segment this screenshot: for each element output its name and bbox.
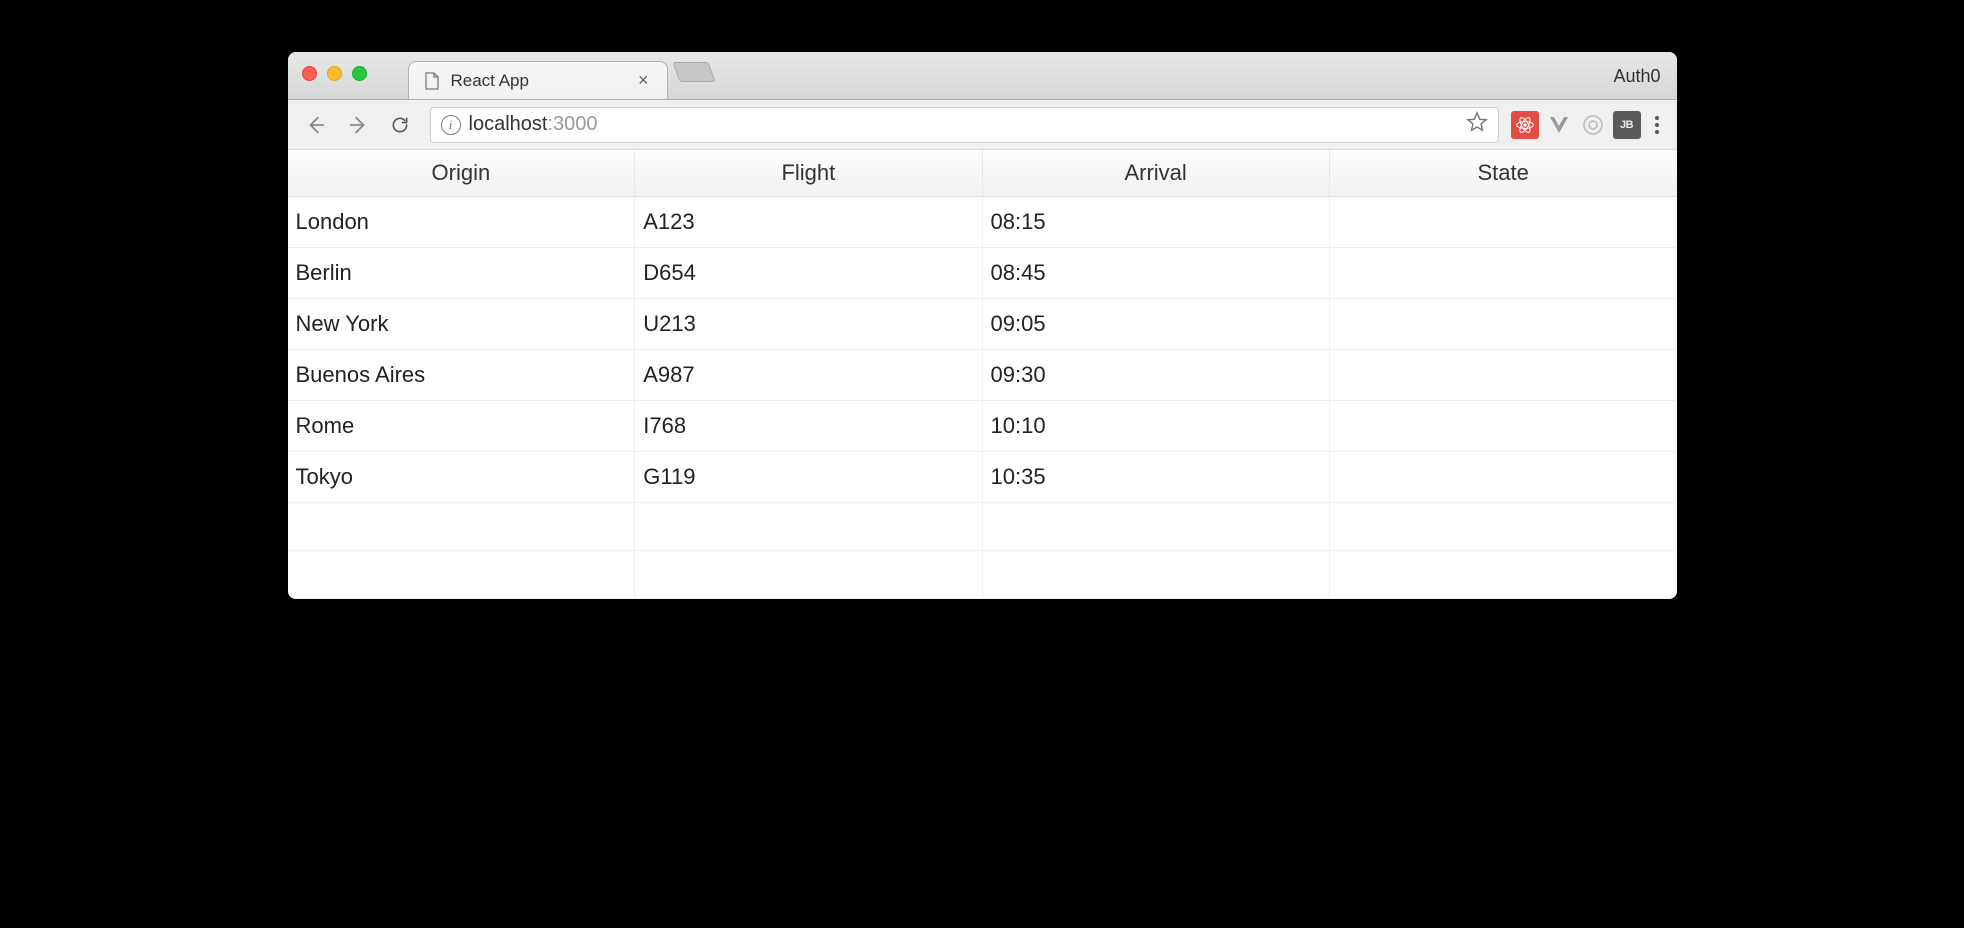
window-minimize-button[interactable]	[327, 66, 342, 81]
header-origin: Origin	[288, 150, 635, 197]
cell-arrival: 10:10	[982, 401, 1329, 452]
page-favicon-icon	[423, 72, 441, 90]
cell-flight: U213	[635, 299, 982, 350]
browser-window: React App × Auth0 i localhost:3000	[288, 52, 1677, 599]
window-close-button[interactable]	[302, 66, 317, 81]
tab-title: React App	[451, 71, 624, 91]
table-row: LondonA12308:15	[288, 197, 1677, 248]
nav-forward-button[interactable]	[340, 107, 376, 143]
site-info-icon[interactable]: i	[441, 115, 461, 135]
cell-origin: Tokyo	[288, 452, 635, 503]
header-state: State	[1329, 150, 1676, 197]
flights-table: Origin Flight Arrival State LondonA12308…	[288, 150, 1677, 599]
cell-origin: New York	[288, 299, 635, 350]
cell-flight: I768	[635, 401, 982, 452]
titlebar: React App × Auth0	[288, 52, 1677, 100]
nav-reload-button[interactable]	[382, 107, 418, 143]
tab-close-button[interactable]: ×	[634, 70, 653, 91]
cell-origin: London	[288, 197, 635, 248]
cell-origin: Rome	[288, 401, 635, 452]
browser-tab[interactable]: React App ×	[408, 61, 668, 99]
cell-arrival: 08:15	[982, 197, 1329, 248]
cell-empty	[1329, 551, 1676, 599]
cell-state	[1329, 452, 1676, 503]
cell-arrival: 09:30	[982, 350, 1329, 401]
table-row: New YorkU21309:05	[288, 299, 1677, 350]
header-arrival: Arrival	[982, 150, 1329, 197]
nav-back-button[interactable]	[298, 107, 334, 143]
table-row: TokyoG11910:35	[288, 452, 1677, 503]
cell-origin: Buenos Aires	[288, 350, 635, 401]
jetbrains-extension-icon[interactable]: JB	[1613, 111, 1641, 139]
jetbrains-extension-label: JB	[1620, 119, 1633, 131]
toolbar: i localhost:3000 JB	[288, 100, 1677, 150]
table-header-row: Origin Flight Arrival State	[288, 150, 1677, 197]
cell-empty	[635, 503, 982, 551]
header-flight: Flight	[635, 150, 982, 197]
cell-empty	[288, 503, 635, 551]
table-row-empty	[288, 503, 1677, 551]
cell-state	[1329, 197, 1676, 248]
vue-devtools-icon[interactable]	[1545, 111, 1573, 139]
cell-arrival: 10:35	[982, 452, 1329, 503]
cell-arrival: 08:45	[982, 248, 1329, 299]
cell-origin: Berlin	[288, 248, 635, 299]
traffic-lights	[302, 66, 367, 81]
table-row-empty	[288, 551, 1677, 599]
browser-menu-button[interactable]	[1647, 116, 1667, 134]
table-row: RomeI76810:10	[288, 401, 1677, 452]
url-text: localhost:3000	[469, 113, 598, 136]
bookmark-star-icon[interactable]	[1466, 111, 1488, 138]
table-row: Buenos AiresA98709:30	[288, 350, 1677, 401]
url-host: localhost	[469, 113, 548, 135]
cell-flight: A123	[635, 197, 982, 248]
page-content: Origin Flight Arrival State LondonA12308…	[288, 150, 1677, 599]
cell-state	[1329, 350, 1676, 401]
cell-flight: D654	[635, 248, 982, 299]
table-row: BerlinD65408:45	[288, 248, 1677, 299]
address-bar[interactable]: i localhost:3000	[430, 107, 1499, 143]
cell-state	[1329, 401, 1676, 452]
react-devtools-icon[interactable]	[1511, 111, 1539, 139]
cell-state	[1329, 299, 1676, 350]
cell-empty	[1329, 503, 1676, 551]
new-tab-button[interactable]	[672, 62, 715, 82]
cell-state	[1329, 248, 1676, 299]
cell-flight: G119	[635, 452, 982, 503]
cell-arrival: 09:05	[982, 299, 1329, 350]
extension-target-icon[interactable]	[1579, 111, 1607, 139]
profile-label[interactable]: Auth0	[1613, 66, 1660, 87]
cell-empty	[982, 551, 1329, 599]
cell-empty	[288, 551, 635, 599]
cell-empty	[635, 551, 982, 599]
cell-empty	[982, 503, 1329, 551]
cell-flight: A987	[635, 350, 982, 401]
url-port: :3000	[547, 113, 597, 135]
window-zoom-button[interactable]	[352, 66, 367, 81]
